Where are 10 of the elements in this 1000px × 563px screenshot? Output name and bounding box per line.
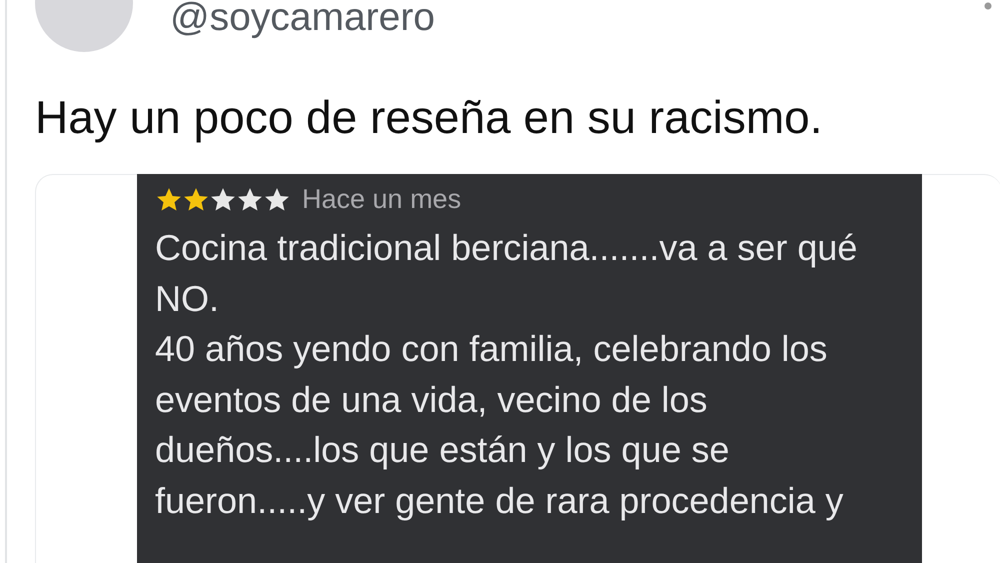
user-handle[interactable]: @soycamarero xyxy=(170,0,436,40)
more-icon[interactable] xyxy=(984,2,992,10)
review-text: Cocina tradicional berciana.......va a ser qué NO. 40 años yendo con familia, celebrando los eventos de una vida, vecino de los dueños....los que están y los que se fueron.....y ver gente de rara procedencia y xyxy=(155,226,858,522)
tweet-text: Hay un poco de reseña en su racismo. xyxy=(35,90,824,144)
star-icon xyxy=(209,186,237,212)
star-icon xyxy=(263,186,291,212)
star-icon xyxy=(182,186,210,212)
star-icon xyxy=(155,186,183,212)
star-icon xyxy=(236,186,264,212)
review-time: Hace un mes xyxy=(302,184,462,215)
